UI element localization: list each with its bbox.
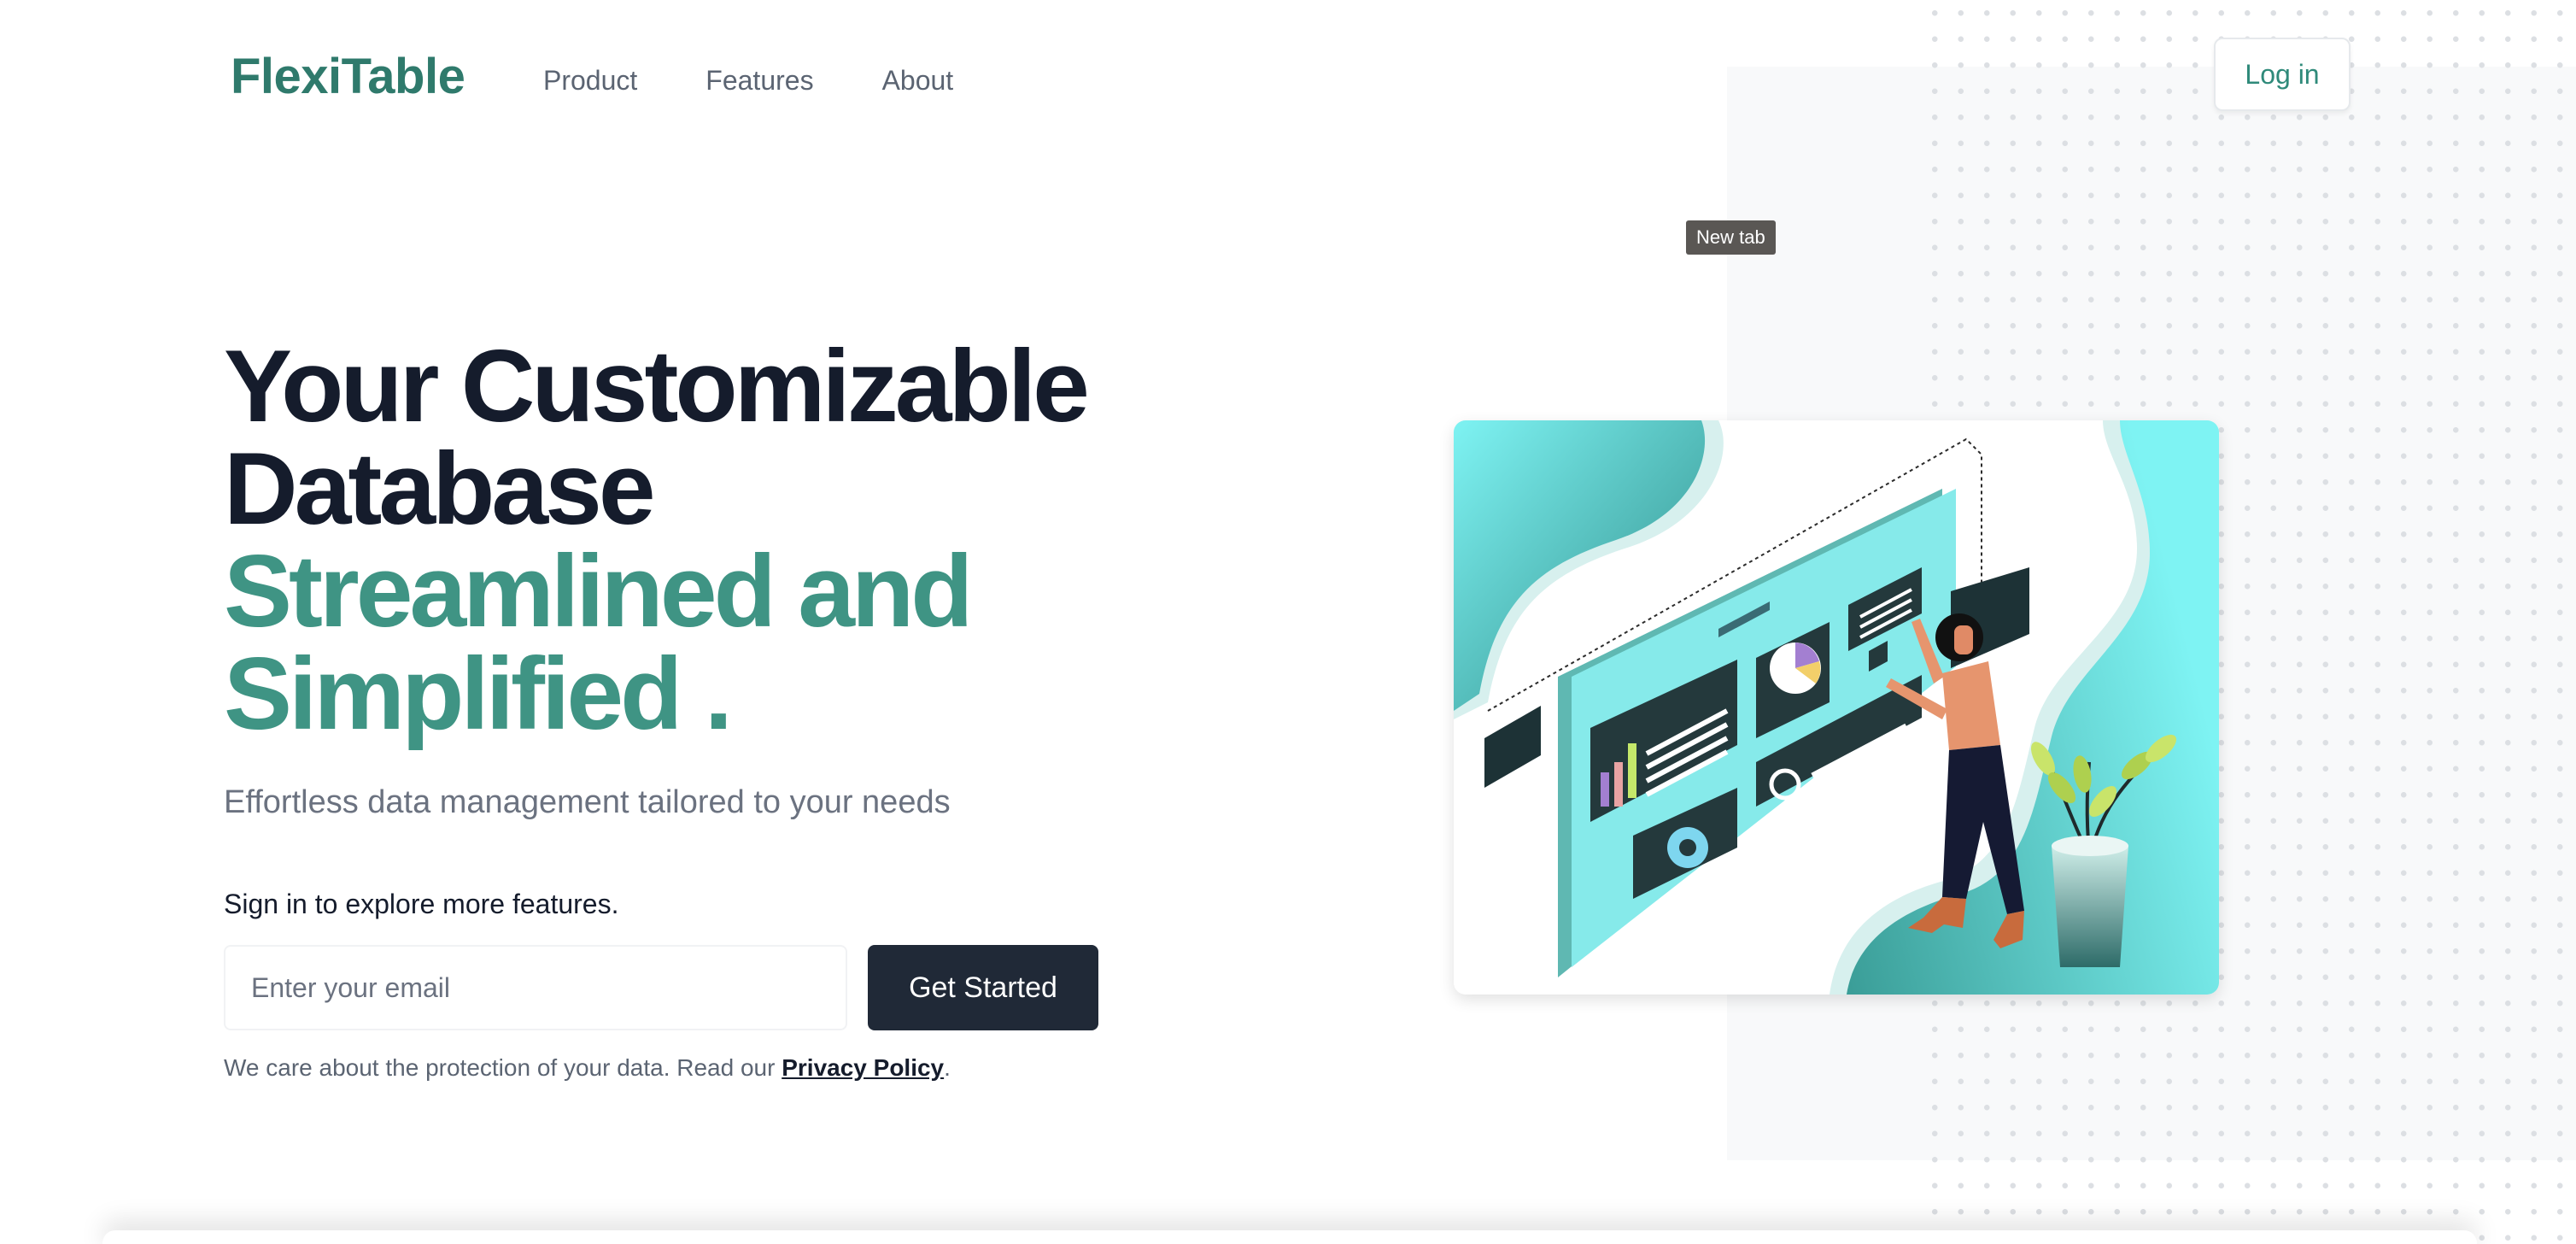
nav-item-features[interactable]: Features (705, 65, 813, 97)
email-input[interactable] (224, 945, 847, 1030)
privacy-note: We care about the protection of your dat… (224, 1054, 951, 1082)
nav-item-about[interactable]: About (882, 65, 954, 97)
headline-accent-line-1: Streamlined and (224, 534, 974, 648)
landing-page: FlexiTable Product Features About Log in… (0, 0, 2576, 1244)
hero-illustration (1454, 420, 2219, 995)
login-button[interactable]: Log in (2214, 38, 2351, 111)
privacy-text: We care about the protection of your dat… (224, 1054, 782, 1081)
tooltip: New tab (1686, 220, 1776, 255)
bottom-section-edge (102, 1230, 2477, 1244)
hero-subtitle: Effortless data management tailored to y… (224, 784, 951, 820)
main-nav: Product Features About (543, 65, 1022, 97)
privacy-policy-link[interactable]: Privacy Policy (782, 1054, 944, 1081)
nav-item-product[interactable]: Product (543, 65, 637, 97)
privacy-suffix: . (944, 1054, 951, 1081)
database-dashboard-illustration-icon (1454, 420, 2219, 995)
headline-line-1: Your Customizable (224, 329, 1090, 443)
headline-accent-line-2: Simplified . (224, 637, 733, 751)
hero-headline: Your Customizable Database Streamlined a… (224, 329, 1090, 751)
brand-logo[interactable]: FlexiTable (231, 48, 465, 105)
signin-prompt: Sign in to explore more features. (224, 889, 619, 919)
headline-line-2: Database (224, 431, 656, 546)
get-started-button[interactable]: Get Started (868, 945, 1098, 1030)
